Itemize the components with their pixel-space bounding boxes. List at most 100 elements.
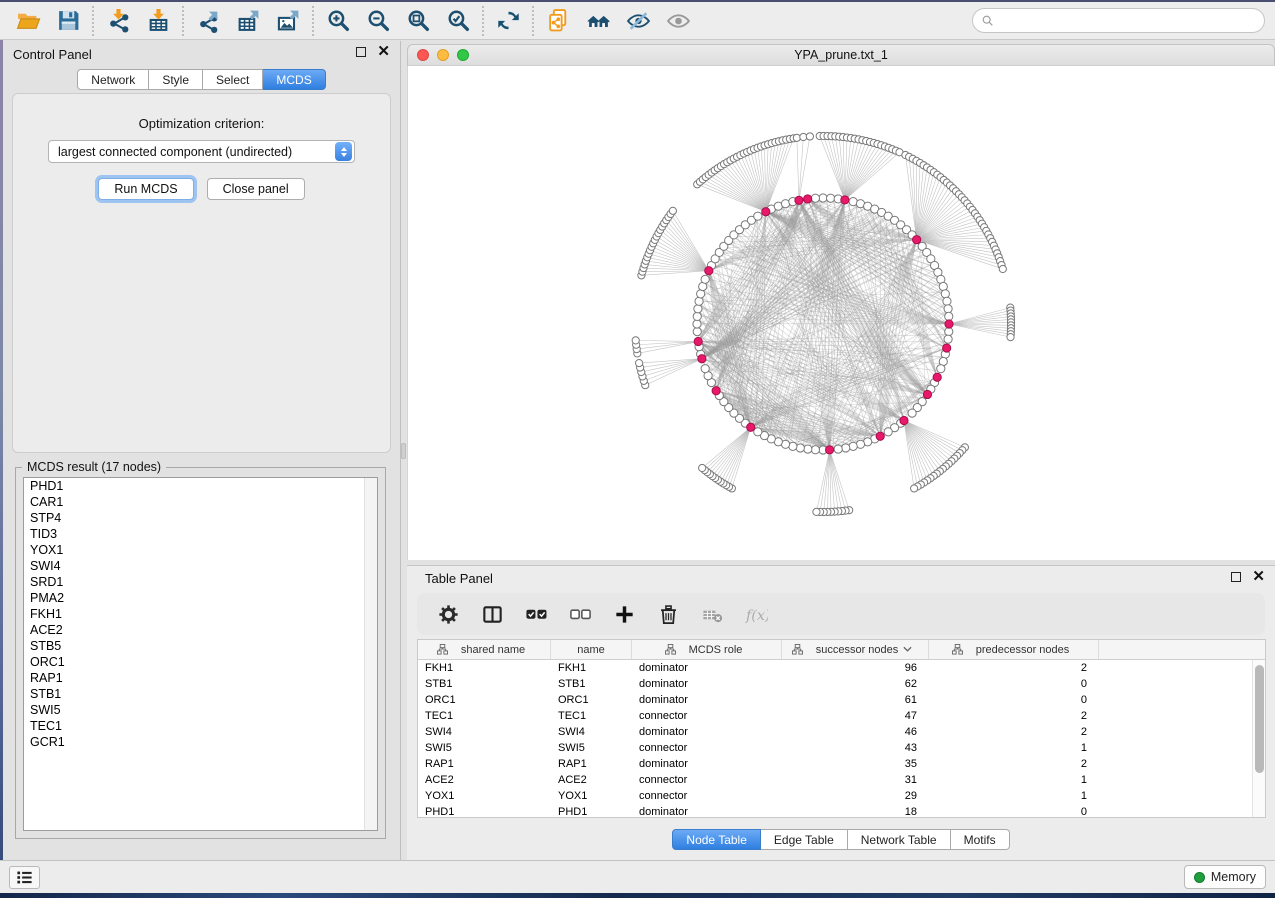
refresh-button[interactable] xyxy=(488,6,528,36)
float-table-panel-icon[interactable] xyxy=(1231,572,1241,582)
zoom-selected-button[interactable] xyxy=(438,6,478,36)
tab-edge-table[interactable]: Edge Table xyxy=(761,829,848,850)
zoom-out-icon xyxy=(366,8,391,33)
table-row[interactable]: ACE2ACE2connector311 xyxy=(418,772,1265,788)
tab-style[interactable]: Style xyxy=(149,69,203,90)
tab-network[interactable]: Network xyxy=(77,69,149,90)
columns-button[interactable] xyxy=(477,599,507,629)
clear-selection-button[interactable] xyxy=(565,599,595,629)
table-row[interactable]: STB1STB1dominator620 xyxy=(418,676,1265,692)
mcds-result-item[interactable]: SWI5 xyxy=(24,702,377,718)
mcds-result-item[interactable]: FKH1 xyxy=(24,606,377,622)
close-panel-button[interactable]: Close panel xyxy=(207,178,305,200)
export-table-button[interactable] xyxy=(228,6,268,36)
mcds-result-item[interactable]: PHD1 xyxy=(24,478,377,494)
column-header-name[interactable]: name xyxy=(551,640,632,659)
open-folder-button[interactable] xyxy=(8,6,48,36)
tab-node-table[interactable]: Node Table xyxy=(672,829,761,850)
splitpane-handle[interactable] xyxy=(401,443,406,459)
optimization-criterion-dropdown[interactable]: largest connected component (undirected) xyxy=(48,140,355,163)
cell-predecessor-nodes: 1 xyxy=(929,742,1099,754)
cell-shared-name: ORC1 xyxy=(418,694,551,706)
network-view[interactable] xyxy=(407,66,1275,560)
import-table-button[interactable] xyxy=(138,6,178,36)
zoom-in-button[interactable] xyxy=(318,6,358,36)
column-header-predecessor-nodes[interactable]: predecessor nodes xyxy=(929,640,1099,659)
save-button[interactable] xyxy=(48,6,88,36)
plus-button[interactable] xyxy=(609,599,639,629)
cell-successor-nodes: 18 xyxy=(782,806,929,818)
memory-label: Memory xyxy=(1211,870,1256,884)
gear-button[interactable] xyxy=(433,599,463,629)
zoom-out-button[interactable] xyxy=(358,6,398,36)
task-history-button[interactable] xyxy=(9,866,40,889)
open-folder-icon xyxy=(16,8,41,33)
table-row[interactable]: TEC1TEC1connector472 xyxy=(418,708,1265,724)
cell-predecessor-nodes: 0 xyxy=(929,806,1099,818)
mcds-result-groupbox: MCDS result (17 nodes) PHD1CAR1STP4TID3Y… xyxy=(15,467,386,839)
copy-document-button[interactable] xyxy=(538,6,578,36)
table-row[interactable]: PHD1PHD1dominator180 xyxy=(418,804,1265,818)
table-row[interactable]: RAP1RAP1dominator352 xyxy=(418,756,1265,772)
column-header-shared-name[interactable]: shared name xyxy=(418,640,551,659)
float-panel-icon[interactable] xyxy=(356,47,366,57)
mcds-result-item[interactable]: TEC1 xyxy=(24,718,377,734)
scrollbar-thumb[interactable] xyxy=(1255,665,1264,773)
cell-predecessor-nodes: 2 xyxy=(929,758,1099,770)
network-window-titlebar[interactable]: YPA_prune.txt_1 xyxy=(407,44,1275,66)
zoom-selected-icon xyxy=(446,8,471,33)
table-row[interactable]: SWI5SWI5connector431 xyxy=(418,740,1265,756)
cell-name: SWI4 xyxy=(551,726,632,738)
table-row[interactable]: SWI4SWI4dominator462 xyxy=(418,724,1265,740)
run-mcds-button[interactable]: Run MCDS xyxy=(98,178,193,200)
mcds-result-list[interactable]: PHD1CAR1STP4TID3YOX1SWI4SRD1PMA2FKH1ACE2… xyxy=(23,477,378,831)
houses-button[interactable] xyxy=(578,6,618,36)
mcds-result-item[interactable]: SRD1 xyxy=(24,574,377,590)
trash-button[interactable] xyxy=(653,599,683,629)
export-network-button[interactable] xyxy=(188,6,228,36)
column-header-successor-nodes[interactable]: successor nodes xyxy=(782,640,929,659)
eye-button[interactable] xyxy=(658,6,698,36)
eye-slash-button[interactable] xyxy=(618,6,658,36)
search-field[interactable] xyxy=(972,8,1265,33)
zoom-fit-button[interactable] xyxy=(398,6,438,36)
mcds-result-item[interactable]: STP4 xyxy=(24,510,377,526)
mcds-result-item[interactable]: SWI4 xyxy=(24,558,377,574)
table-row[interactable]: ORC1ORC1dominator610 xyxy=(418,692,1265,708)
mcds-result-item[interactable]: TID3 xyxy=(24,526,377,542)
search-input[interactable] xyxy=(999,11,1264,31)
tab-motifs[interactable]: Motifs xyxy=(951,829,1010,850)
export-image-button[interactable] xyxy=(268,6,308,36)
mcds-result-item[interactable]: YOX1 xyxy=(24,542,377,558)
mcds-result-item[interactable]: CAR1 xyxy=(24,494,377,510)
table-row[interactable]: YOX1YOX1connector291 xyxy=(418,788,1265,804)
mcds-result-item[interactable]: RAP1 xyxy=(24,670,377,686)
table-scrollbar[interactable] xyxy=(1252,660,1265,817)
tab-select[interactable]: Select xyxy=(203,69,263,90)
list-scrollbar[interactable] xyxy=(364,478,377,830)
table-row[interactable]: FKH1FKH1dominator962 xyxy=(418,660,1265,676)
select-all-icon xyxy=(525,603,548,626)
column-label: predecessor nodes xyxy=(976,644,1070,656)
close-table-panel-icon[interactable]: ✕ xyxy=(1252,572,1265,582)
network-graph xyxy=(408,66,1275,560)
import-network-button[interactable] xyxy=(98,6,138,36)
mcds-result-item[interactable]: ACE2 xyxy=(24,622,377,638)
close-panel-icon[interactable]: ✕ xyxy=(377,47,390,57)
import-network-icon xyxy=(106,8,131,33)
copy-document-icon xyxy=(546,8,571,33)
mcds-result-item[interactable]: ORC1 xyxy=(24,654,377,670)
mcds-result-item[interactable]: PMA2 xyxy=(24,590,377,606)
cell-successor-nodes: 46 xyxy=(782,726,929,738)
column-header-MCDS-role[interactable]: MCDS role xyxy=(632,640,782,659)
mcds-result-item[interactable]: STB1 xyxy=(24,686,377,702)
table-toolbar: f(x) xyxy=(417,593,1265,635)
memory-button[interactable]: Memory xyxy=(1184,865,1266,889)
column-label: successor nodes xyxy=(816,644,899,656)
mcds-result-item[interactable]: STB5 xyxy=(24,638,377,654)
tab-network-table[interactable]: Network Table xyxy=(848,829,951,850)
mcds-result-item[interactable]: GCR1 xyxy=(24,734,377,750)
table-panel: Table Panel ✕ f(x) shared namenameMCDS r… xyxy=(407,565,1275,860)
tab-mcds[interactable]: MCDS xyxy=(263,69,325,90)
select-all-button[interactable] xyxy=(521,599,551,629)
